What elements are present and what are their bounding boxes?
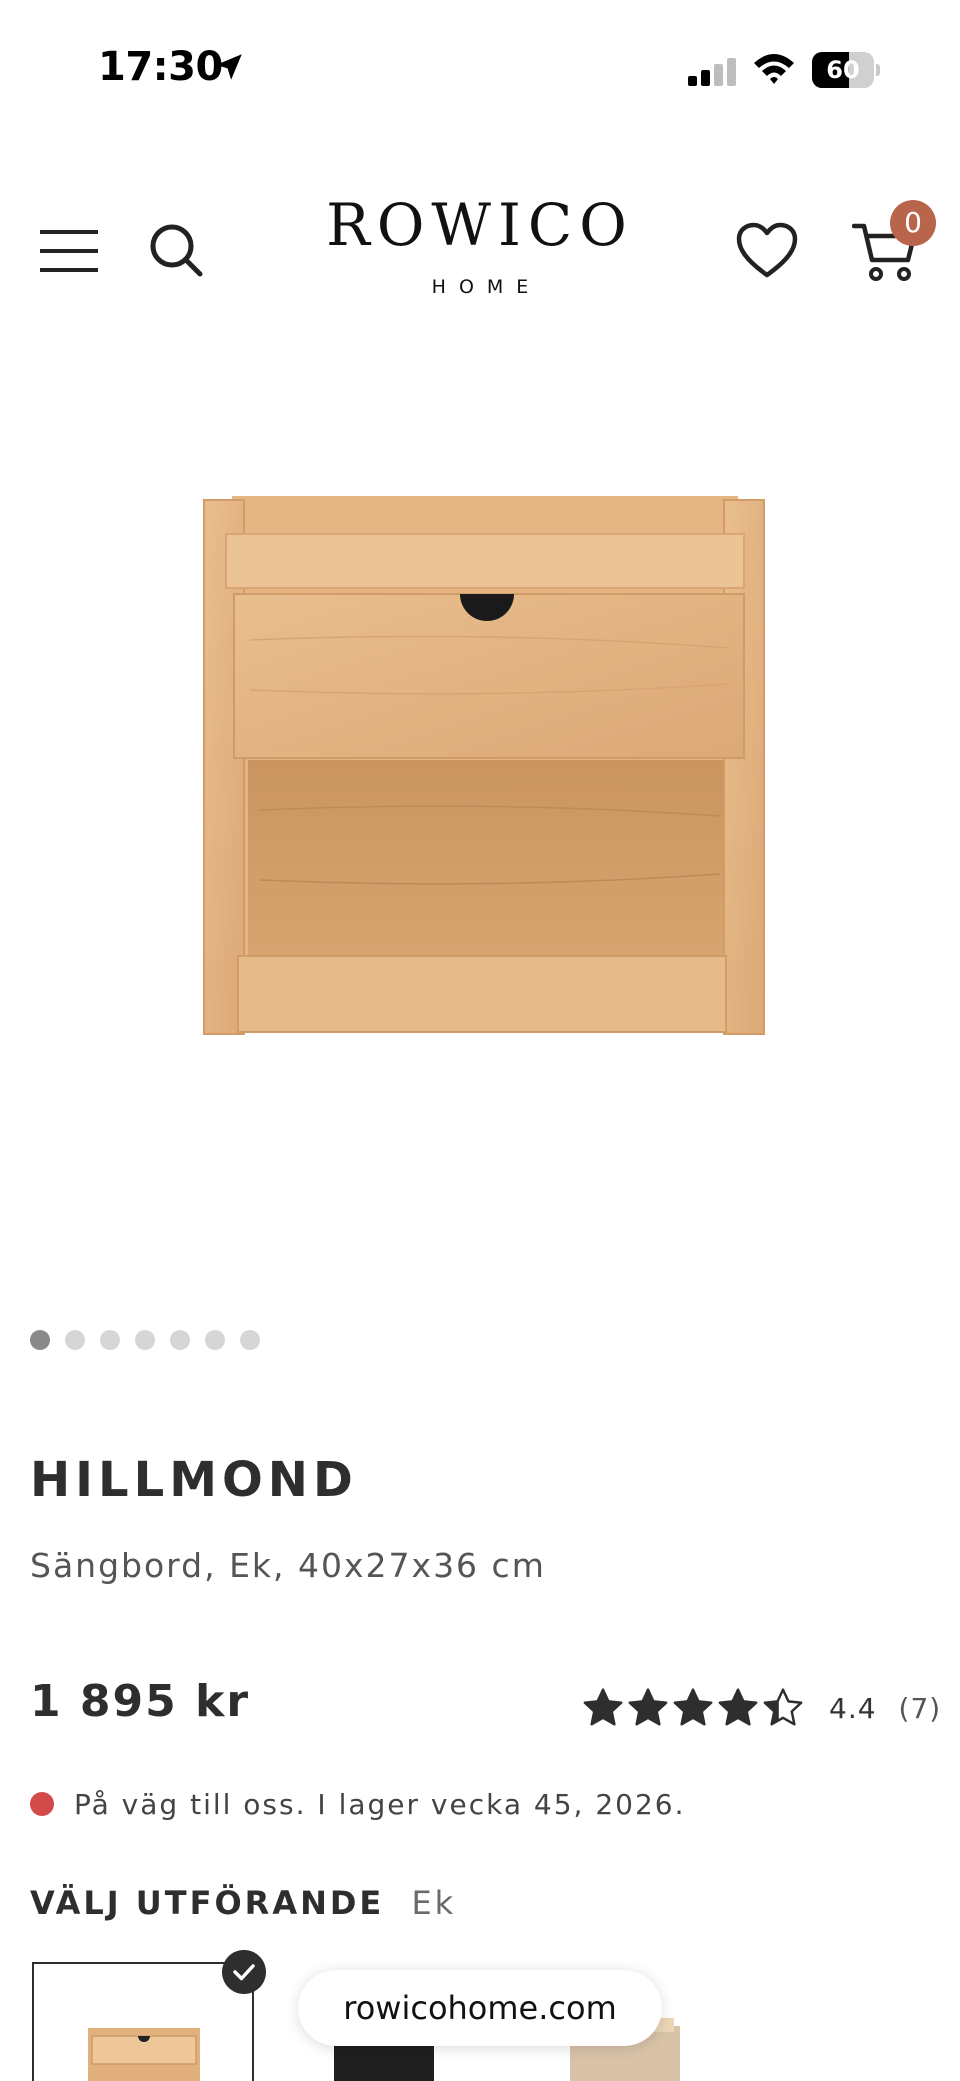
star-icon — [718, 1688, 758, 1726]
carousel-dot[interactable] — [170, 1330, 190, 1350]
carousel-dot[interactable] — [30, 1330, 50, 1350]
product-subtitle: Sängbord, Ek, 40x27x36 cm — [30, 1546, 546, 1585]
carousel-dot[interactable] — [100, 1330, 120, 1350]
image-carousel-dots — [30, 1330, 260, 1350]
logo-wordmark: ROWICO — [326, 191, 634, 259]
site-logo[interactable]: ROWICO HOME — [300, 191, 660, 298]
star-icon — [763, 1688, 803, 1726]
variant-swatch-oak[interactable] — [32, 1962, 254, 2081]
product-title: HILLMOND — [30, 1452, 358, 1508]
carousel-dot[interactable] — [65, 1330, 85, 1350]
location-arrow-icon — [216, 54, 242, 80]
carousel-dot[interactable] — [205, 1330, 225, 1350]
star-icon — [673, 1688, 713, 1726]
rating-count[interactable]: (7) — [899, 1692, 942, 1725]
product-rating[interactable]: 4.4 (7) — [582, 1684, 941, 1732]
heart-icon[interactable] — [736, 222, 798, 280]
cellular-signal-icon — [688, 58, 736, 86]
product-image[interactable] — [190, 480, 780, 1040]
browser-url-pill[interactable]: rowicohome.com — [298, 1970, 662, 2046]
stock-status: På väg till oss. I lager vecka 45, 2026. — [30, 1784, 685, 1824]
stock-status-text: På väg till oss. I lager vecka 45, 2026. — [74, 1787, 686, 1821]
status-bar: 17:30 60 — [0, 0, 960, 140]
cart-count-badge[interactable]: 0 — [890, 200, 936, 246]
selected-check-icon — [222, 1950, 266, 1994]
wifi-icon — [754, 54, 794, 84]
rating-stars — [582, 1687, 807, 1729]
battery-icon: 60 — [812, 52, 880, 88]
rating-value: 4.4 — [829, 1691, 877, 1725]
variant-label: VÄLJ UTFÖRANDE — [30, 1884, 385, 1922]
variant-selected-value: Ek — [411, 1884, 457, 1922]
battery-level: 60 — [826, 56, 860, 84]
hamburger-menu-icon[interactable] — [38, 226, 100, 276]
stock-status-dot — [30, 1792, 54, 1816]
status-time: 17:30 — [98, 44, 223, 90]
star-icon — [628, 1688, 668, 1726]
variant-heading: VÄLJ UTFÖRANDE Ek — [30, 1884, 456, 1922]
star-icon — [583, 1688, 623, 1726]
carousel-dot[interactable] — [135, 1330, 155, 1350]
product-price: 1 895 kr — [30, 1676, 251, 1727]
carousel-dot[interactable] — [240, 1330, 260, 1350]
site-header: ROWICO HOME 0 — [0, 170, 960, 330]
product-page: 17:30 60 ROWICO HOME 0 HILLMOND Sängbord… — [0, 0, 960, 2081]
search-icon[interactable] — [146, 220, 206, 280]
logo-subline: HOME — [431, 275, 542, 298]
